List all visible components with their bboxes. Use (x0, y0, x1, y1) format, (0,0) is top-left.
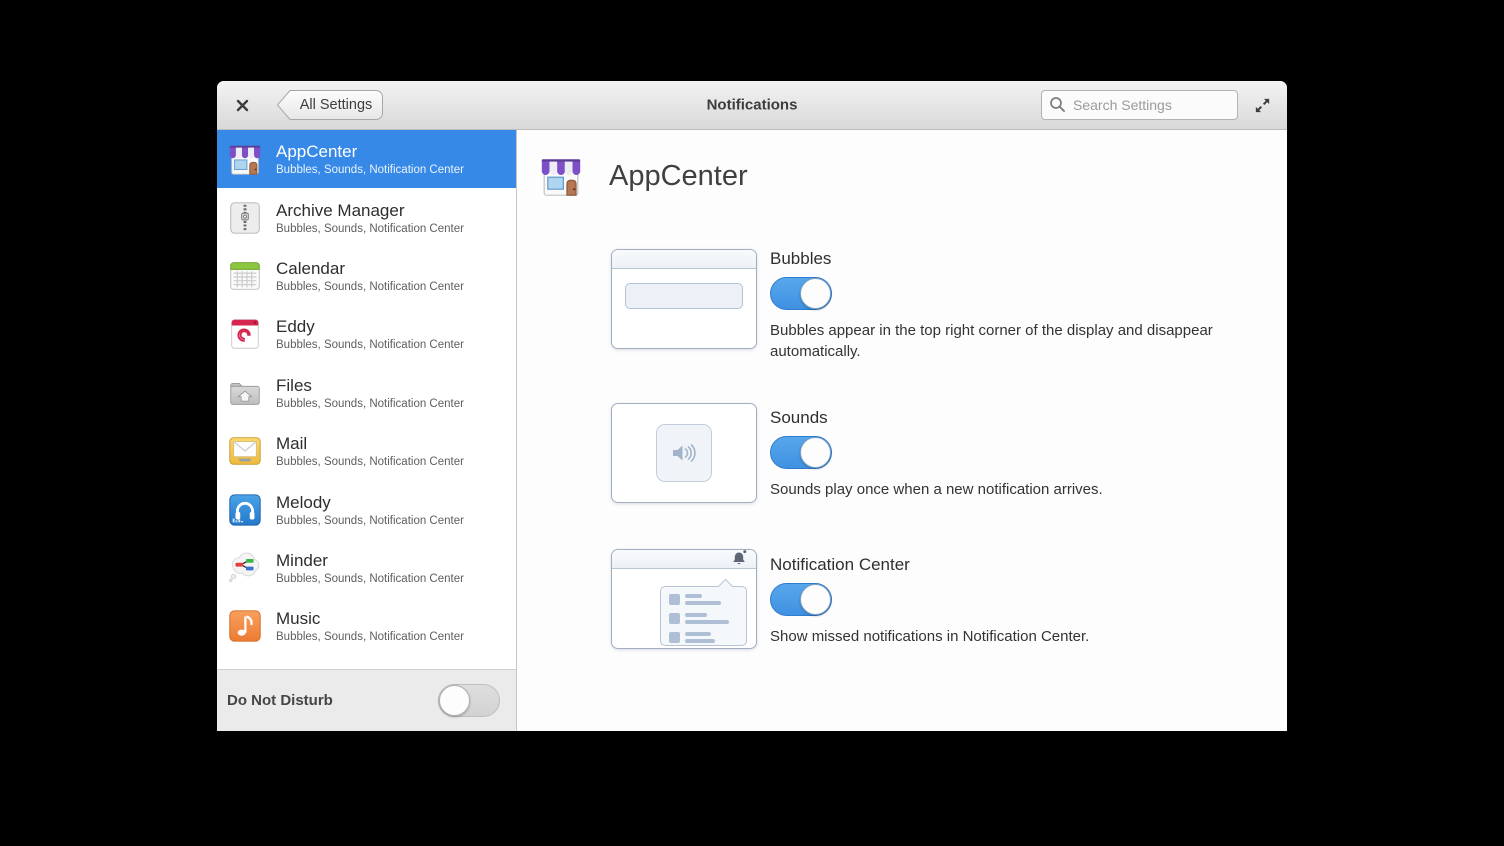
illustration-titlebar (612, 250, 756, 269)
notification-center-preview-illustration (611, 549, 757, 649)
sidebar: AppCenter Bubbles, Sounds, Notification … (217, 130, 517, 731)
appcenter-storefront-icon (226, 140, 264, 178)
notification-center-title: Notification Center (770, 555, 910, 575)
sounds-toggle[interactable] (770, 436, 832, 469)
app-subtitle: Bubbles, Sounds, Notification Center (276, 631, 464, 643)
app-label: AppCenter (276, 142, 464, 162)
app-label: Archive Manager (276, 201, 464, 221)
illustration-bubble (625, 283, 743, 309)
app-label: Eddy (276, 317, 464, 337)
settings-window: All Settings Notifications (217, 81, 1287, 731)
sounds-section: Sounds Sounds play once when a new notif… (611, 408, 1103, 503)
sidebar-item-eddy[interactable]: Eddy Bubbles, Sounds, Notification Cente… (217, 305, 516, 363)
toggle-knob (439, 685, 470, 716)
app-label: Music (276, 609, 464, 629)
app-list: AppCenter Bubbles, Sounds, Notification … (217, 130, 516, 669)
diagonal-resize-arrows-icon (1253, 96, 1272, 115)
sidebar-item-files[interactable]: Files Bubbles, Sounds, Notification Cent… (217, 364, 516, 422)
do-not-disturb-toggle[interactable] (438, 684, 500, 717)
toggle-knob (800, 278, 831, 309)
app-subtitle: Bubbles, Sounds, Notification Center (276, 339, 464, 351)
page-title: Notifications (707, 97, 798, 114)
bubbles-description: Bubbles appear in the top right corner o… (770, 320, 1257, 362)
bubbles-section: Bubbles Bubbles appear in the top right … (611, 249, 1257, 362)
toggle-knob (800, 437, 831, 468)
bell-icon (732, 549, 748, 566)
minder-mindmap-icon (226, 549, 264, 587)
sound-preview-illustration (611, 403, 757, 503)
files-folder-icon (226, 374, 264, 412)
mail-envelope-icon (226, 432, 264, 470)
app-subtitle: Bubbles, Sounds, Notification Center (276, 573, 464, 585)
all-settings-label: All Settings (292, 90, 380, 120)
bubbles-title: Bubbles (770, 249, 831, 269)
app-subtitle: Bubbles, Sounds, Notification Center (276, 281, 464, 293)
search-box (1041, 90, 1238, 120)
sounds-title: Sounds (770, 408, 828, 428)
popover-row (669, 613, 738, 627)
sidebar-item-minder[interactable]: Minder Bubbles, Sounds, Notification Cen… (217, 539, 516, 597)
headerbar: All Settings Notifications (217, 81, 1287, 130)
expand-window-button[interactable] (1251, 94, 1273, 116)
app-label: Mail (276, 434, 464, 454)
popover-row (669, 632, 738, 646)
melody-headphones-icon (226, 491, 264, 529)
sidebar-item-appcenter[interactable]: AppCenter Bubbles, Sounds, Notification … (217, 130, 516, 188)
notifications-main-panel: AppCenter Bubbles Bubbles appear in the … (517, 130, 1287, 731)
do-not-disturb-label: Do Not Disturb (227, 692, 333, 709)
app-subtitle: Bubbles, Sounds, Notification Center (276, 164, 464, 176)
close-icon (236, 99, 249, 112)
all-settings-back-button[interactable]: All Settings (276, 90, 384, 120)
app-label: Melody (276, 493, 464, 513)
sidebar-item-melody[interactable]: Melody Bubbles, Sounds, Notification Cen… (217, 480, 516, 538)
notification-center-toggle[interactable] (770, 583, 832, 616)
toggle-knob (800, 584, 831, 615)
appcenter-storefront-icon (537, 152, 585, 200)
sidebar-item-calendar[interactable]: Calendar Bubbles, Sounds, Notification C… (217, 247, 516, 305)
sidebar-item-music[interactable]: Music Bubbles, Sounds, Notification Cent… (217, 597, 516, 655)
app-subtitle: Bubbles, Sounds, Notification Center (276, 398, 464, 410)
app-label: Calendar (276, 259, 464, 279)
selected-app-title: AppCenter (609, 160, 748, 193)
search-input[interactable] (1041, 90, 1238, 120)
app-subtitle: Bubbles, Sounds, Notification Center (276, 456, 464, 468)
do-not-disturb-bar: Do Not Disturb (217, 669, 516, 731)
app-header: AppCenter (537, 152, 748, 200)
sounds-description: Sounds play once when a new notification… (770, 479, 1103, 500)
calendar-icon (226, 257, 264, 295)
illustration-sound-button (656, 424, 712, 482)
close-button[interactable] (234, 97, 250, 113)
magnifier-icon (1049, 96, 1066, 113)
bubbles-toggle[interactable] (770, 277, 832, 310)
app-subtitle: Bubbles, Sounds, Notification Center (276, 515, 464, 527)
sidebar-item-mail[interactable]: Mail Bubbles, Sounds, Notification Cente… (217, 422, 516, 480)
music-note-icon (226, 607, 264, 645)
app-subtitle: Bubbles, Sounds, Notification Center (276, 223, 464, 235)
notification-center-section: Notification Center Show missed notifica… (611, 555, 1089, 649)
illustration-popover (660, 586, 747, 646)
popover-row (669, 594, 738, 608)
app-label: Minder (276, 551, 464, 571)
notification-center-description: Show missed notifications in Notificatio… (770, 626, 1089, 647)
sidebar-item-archive-manager[interactable]: Archive Manager Bubbles, Sounds, Notific… (217, 188, 516, 246)
bubble-preview-illustration (611, 249, 757, 349)
archive-zip-icon (226, 199, 264, 237)
speaker-icon (670, 442, 698, 464)
eddy-package-icon (226, 315, 264, 353)
app-label: Files (276, 376, 464, 396)
